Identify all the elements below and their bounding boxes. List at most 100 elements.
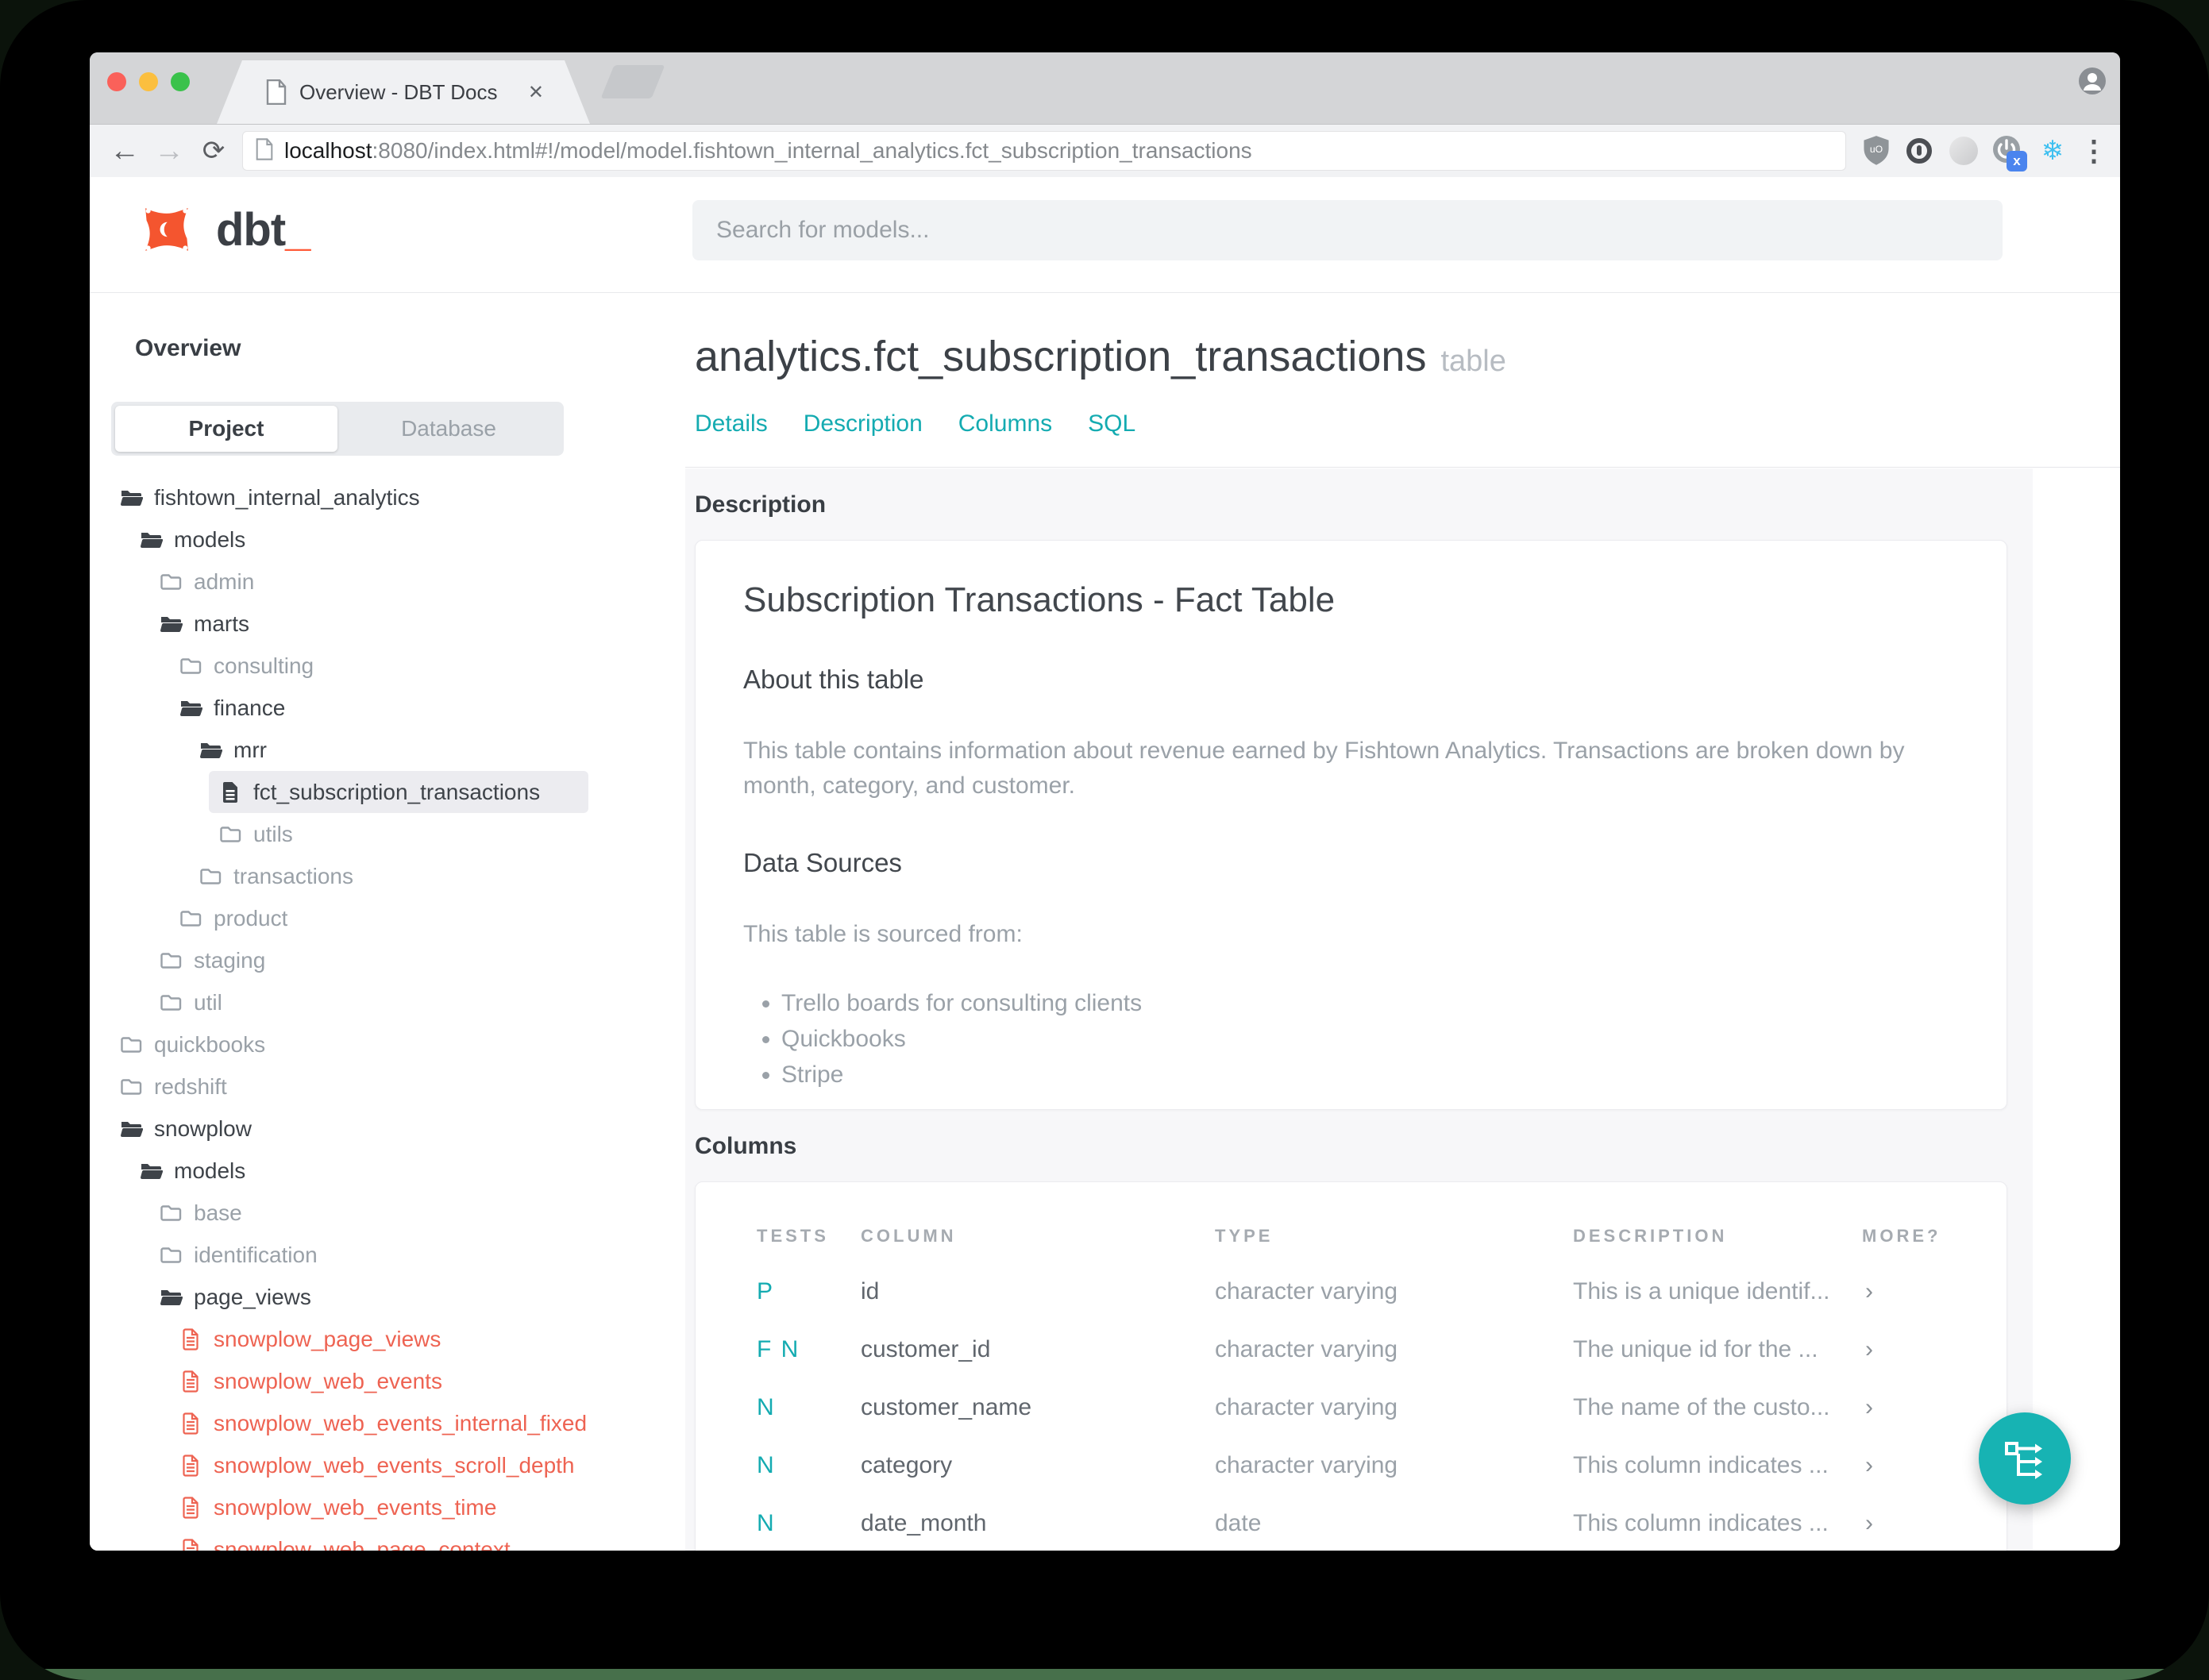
tab-close-icon[interactable]: ✕ xyxy=(528,81,544,104)
tree-item[interactable]: staging xyxy=(149,939,588,981)
tree-item-label: marts xyxy=(194,611,249,636)
screenshot-backdrop: Overview - DBT Docs ✕ ← → ⟳ localhost:80… xyxy=(0,0,2209,1680)
description-card: Subscription Transactions - Fact Table A… xyxy=(695,540,2007,1110)
browser-tabstrip: Overview - DBT Docs ✕ xyxy=(90,52,2120,125)
address-bar[interactable]: localhost:8080/index.html#!/model/model.… xyxy=(242,131,1846,171)
tree-item[interactable]: snowplow_web_events_time xyxy=(169,1486,588,1528)
source-toggle-segment[interactable]: Database xyxy=(337,406,560,452)
window-minimize-button[interactable] xyxy=(139,72,158,91)
source-toggle-segment[interactable]: Project xyxy=(115,406,337,452)
source-toggle: Project Database xyxy=(111,402,564,456)
tree-item-icon xyxy=(183,1454,199,1477)
tree-item[interactable]: identification xyxy=(149,1234,588,1276)
browser-profile-avatar[interactable] xyxy=(2079,67,2106,94)
cell-tests: N xyxy=(757,1451,776,1478)
tree-item[interactable]: fishtown_internal_analytics xyxy=(110,476,588,518)
tree-item[interactable]: transactions xyxy=(189,855,588,897)
tree-item[interactable]: marts xyxy=(149,603,588,645)
column-row[interactable]: F N customer_id character varying The un… xyxy=(757,1320,2007,1378)
doc-source-item: Quickbooks xyxy=(781,1021,1959,1057)
onepassword-extension-icon[interactable] xyxy=(1902,125,1937,177)
column-row[interactable]: N category character varying This column… xyxy=(757,1436,2007,1494)
lineage-graph-button[interactable] xyxy=(1979,1412,2071,1505)
tree-item[interactable]: quickbooks xyxy=(110,1023,588,1065)
columns-table-body: P id character varying This is a unique … xyxy=(757,1262,2007,1551)
tree-item[interactable]: utils xyxy=(209,813,588,855)
url-text: localhost:8080/index.html#!/model/model.… xyxy=(284,138,1252,164)
expand-row-chevron-icon[interactable]: › xyxy=(1862,1278,2007,1305)
tree-item[interactable]: consulting xyxy=(169,645,588,687)
tree-item[interactable]: snowplow_web_events xyxy=(169,1360,588,1402)
column-row[interactable]: P id character varying This is a unique … xyxy=(757,1262,2007,1320)
tree-item-icon xyxy=(121,490,143,506)
tree-item-icon xyxy=(160,952,182,969)
tree-item[interactable]: util xyxy=(149,981,588,1023)
tree-item[interactable]: fct_subscription_transactions xyxy=(209,771,588,813)
tree-item-icon xyxy=(180,910,202,927)
tree-item[interactable]: base xyxy=(149,1192,588,1234)
browser-tab[interactable]: Overview - DBT Docs ✕ xyxy=(217,60,590,124)
window-close-button[interactable] xyxy=(107,72,126,91)
tree-item-label: page_views xyxy=(194,1284,311,1309)
browser-menu-icon[interactable]: ⋮ xyxy=(2076,125,2111,177)
dbt-logo[interactable]: dbt _ xyxy=(135,198,310,261)
model-name: analytics.fct_subscription_transactions xyxy=(695,333,1427,380)
doc-sources-heading: Data Sources xyxy=(743,848,902,877)
forward-button[interactable]: → xyxy=(152,125,187,177)
tree-item-label: snowplow_web_events_internal_fixed xyxy=(214,1410,588,1435)
tree-item[interactable]: product xyxy=(169,897,588,939)
tree-item[interactable]: snowplow xyxy=(110,1108,588,1150)
col-header-tests: TESTS xyxy=(757,1226,829,1246)
project-file-tree: fishtown_internal_analytics models admin… xyxy=(90,476,685,1551)
column-row[interactable]: N date_month date This column indicates … xyxy=(757,1494,2007,1551)
dbt-logo-cursor: _ xyxy=(285,203,311,256)
tree-item-icon xyxy=(200,742,222,758)
tree-item-label: admin xyxy=(194,568,255,594)
tree-item[interactable]: snowplow_web_events_internal_fixed xyxy=(169,1402,588,1444)
ublock-extension-icon[interactable]: uO xyxy=(1859,125,1894,177)
cell-description: The name of the custo... xyxy=(1573,1393,1830,1420)
tree-item[interactable]: page_views xyxy=(149,1276,588,1318)
tree-item[interactable]: snowplow_web_events_scroll_depth xyxy=(169,1444,588,1486)
tree-item-label: snowplow_page_views xyxy=(214,1326,441,1351)
expand-row-chevron-icon[interactable]: › xyxy=(1862,1336,2007,1363)
search-input[interactable] xyxy=(692,200,2003,260)
anchor-link[interactable]: Description xyxy=(804,410,923,437)
tree-item-icon xyxy=(160,616,183,632)
tree-item[interactable]: snowplow_web_page_context xyxy=(169,1528,588,1551)
window-zoom-button[interactable] xyxy=(171,72,190,91)
anchor-link[interactable]: Columns xyxy=(958,410,1052,437)
snowflake-extension-icon[interactable]: ❄ xyxy=(2035,125,2070,177)
tree-item[interactable]: redshift xyxy=(110,1065,588,1108)
tree-item[interactable]: mrr xyxy=(189,729,588,771)
tree-item[interactable]: snowplow_page_views xyxy=(169,1318,588,1360)
new-tab-button[interactable] xyxy=(600,65,665,98)
back-button[interactable]: ← xyxy=(107,125,142,177)
tab-title: Overview - DBT Docs xyxy=(299,79,498,104)
tree-item-label: models xyxy=(174,1158,246,1183)
tree-item-icon xyxy=(183,1538,199,1551)
cell-column-name: customer_name xyxy=(861,1393,1032,1420)
tree-item-icon xyxy=(121,1121,143,1137)
expand-row-chevron-icon[interactable]: › xyxy=(1862,1394,2007,1421)
expand-row-chevron-icon[interactable]: › xyxy=(1862,1510,2007,1537)
anchor-link[interactable]: SQL xyxy=(1088,410,1135,437)
tree-item[interactable]: models xyxy=(129,1150,588,1192)
tree-item[interactable]: admin xyxy=(149,561,588,603)
cell-type: character varying xyxy=(1215,1335,1398,1362)
tree-item-label: snowplow_web_page_context xyxy=(214,1536,511,1551)
cell-type: character varying xyxy=(1215,1451,1398,1478)
extension-icon[interactable] xyxy=(1946,125,1981,177)
column-row[interactable]: N customer_name character varying The na… xyxy=(757,1378,2007,1436)
tree-item[interactable]: finance xyxy=(169,687,588,729)
tree-item[interactable]: models xyxy=(129,518,588,561)
power-extension-icon[interactable]: x xyxy=(1989,125,2027,177)
anchor-link[interactable]: Details xyxy=(695,410,768,437)
tree-item-icon xyxy=(183,1327,199,1351)
tree-item-label: consulting xyxy=(214,653,314,678)
tree-item-label: mrr xyxy=(233,737,267,762)
sidebar-overview-link[interactable]: Overview xyxy=(135,334,685,363)
refresh-button[interactable]: ⟳ xyxy=(196,125,231,177)
doc-sources-list: Trello boards for consulting clientsQuic… xyxy=(743,985,1959,1092)
svg-text:uO: uO xyxy=(1870,144,1883,155)
